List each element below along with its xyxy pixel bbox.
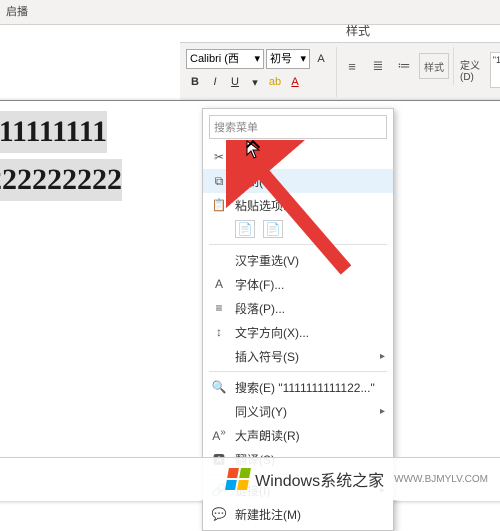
watermark: Windows系统之家 WWW.BJMYLV.COM [0, 457, 500, 500]
menu-cut[interactable]: ✂ 剪切(T) [203, 145, 393, 169]
watermark-main: Windows系统之家 [255, 467, 384, 491]
copy-icon: ⧉ [211, 174, 227, 189]
style-sample[interactable]: "11111111111122..." [490, 52, 500, 88]
chevron-right-icon: ▸ [380, 351, 385, 362]
paste-icon: 📋 [211, 198, 227, 212]
menu-separator [209, 244, 387, 245]
list-group: ≡ ≣ ≔ 样式 [337, 47, 454, 85]
numbering-button[interactable]: ≣ [367, 55, 389, 77]
windows-logo-icon [225, 468, 251, 490]
text-line-2[interactable]: 2222222222 [0, 159, 122, 201]
underline-button[interactable]: U [226, 73, 244, 91]
menu-synonym[interactable]: 同义词(Y) ▸ [203, 399, 393, 423]
chevron-right-icon: ▸ [380, 406, 385, 417]
menu-font[interactable]: A 字体(F)... [203, 272, 393, 296]
menu-text-direction[interactable]: ↕ 文字方向(X)... [203, 320, 393, 344]
menu-separator [209, 371, 387, 372]
styles-button[interactable]: 样式 [419, 53, 449, 79]
font-color-button[interactable]: A [286, 73, 304, 91]
ribbon-group-title: 样式 [346, 22, 370, 39]
menu-search-input[interactable]: 搜索菜单 [209, 115, 387, 139]
menu-hanzi[interactable]: 汉字重选(V) [203, 248, 393, 272]
comment-icon: 💬 [211, 507, 227, 521]
style-group: 定义(D) "11111111111122..." A⁺ 新建 行和段 [454, 47, 500, 92]
text-direction-icon: ↕ [211, 325, 227, 339]
paragraph-icon: ≡ [211, 301, 227, 315]
mouse-cursor-icon [246, 140, 260, 160]
multilevel-button[interactable]: ≔ [393, 55, 415, 77]
window-titlebar: 启播 [0, 0, 500, 25]
read-aloud-icon: A» [211, 427, 227, 443]
text-effects-button[interactable]: ▾ [246, 73, 264, 91]
search-icon: 🔍 [211, 380, 227, 394]
titlebar-label: 启播 [6, 6, 28, 18]
menu-new-comment[interactable]: 💬 新建批注(M) [203, 502, 393, 526]
menu-copy[interactable]: ⧉ 复制(C) [203, 169, 393, 193]
paste-option-2-icon[interactable]: 📄 [263, 220, 283, 238]
highlight-button[interactable]: ab [266, 73, 284, 91]
watermark-sub: WWW.BJMYLV.COM [394, 474, 488, 485]
menu-search-placeholder: 搜索菜单 [214, 119, 258, 135]
bullets-button[interactable]: ≡ [341, 55, 363, 77]
define-style-button[interactable]: 定义(D) [460, 57, 484, 83]
menu-paragraph[interactable]: ≡ 段落(P)... [203, 296, 393, 320]
text-line-1[interactable]: 1111111111 [0, 111, 107, 153]
font-icon: A [211, 277, 227, 291]
paste-option-1-icon[interactable]: 📄 [235, 220, 255, 238]
ribbon: Calibri (西▾ 初号▾ A B I U ▾ ab A ≡ ≣ ≔ 样式 … [180, 42, 500, 106]
increase-font-button[interactable]: A [312, 50, 330, 68]
font-name-select[interactable]: Calibri (西▾ [186, 49, 264, 69]
menu-insert-symbol[interactable]: 插入符号(S) ▸ [203, 344, 393, 368]
menu-read-aloud[interactable]: A» 大声朗读(R) [203, 423, 393, 447]
menu-paste-options[interactable]: 📋 粘贴选项: [203, 193, 393, 217]
menu-search-text[interactable]: 🔍 搜索(E) "1111111111122..." [203, 375, 393, 399]
font-size-select[interactable]: 初号▾ [266, 49, 310, 69]
bold-button[interactable]: B [186, 73, 204, 91]
menu-paste-icons[interactable]: 📄 📄 [203, 217, 393, 241]
font-group: Calibri (西▾ 初号▾ A B I U ▾ ab A [180, 47, 337, 97]
cut-icon: ✂ [211, 150, 227, 164]
italic-button[interactable]: I [206, 73, 224, 91]
